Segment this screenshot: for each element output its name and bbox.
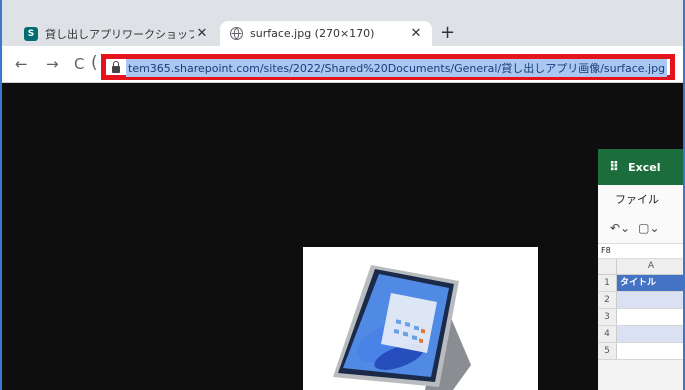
window-frame xyxy=(0,0,685,390)
